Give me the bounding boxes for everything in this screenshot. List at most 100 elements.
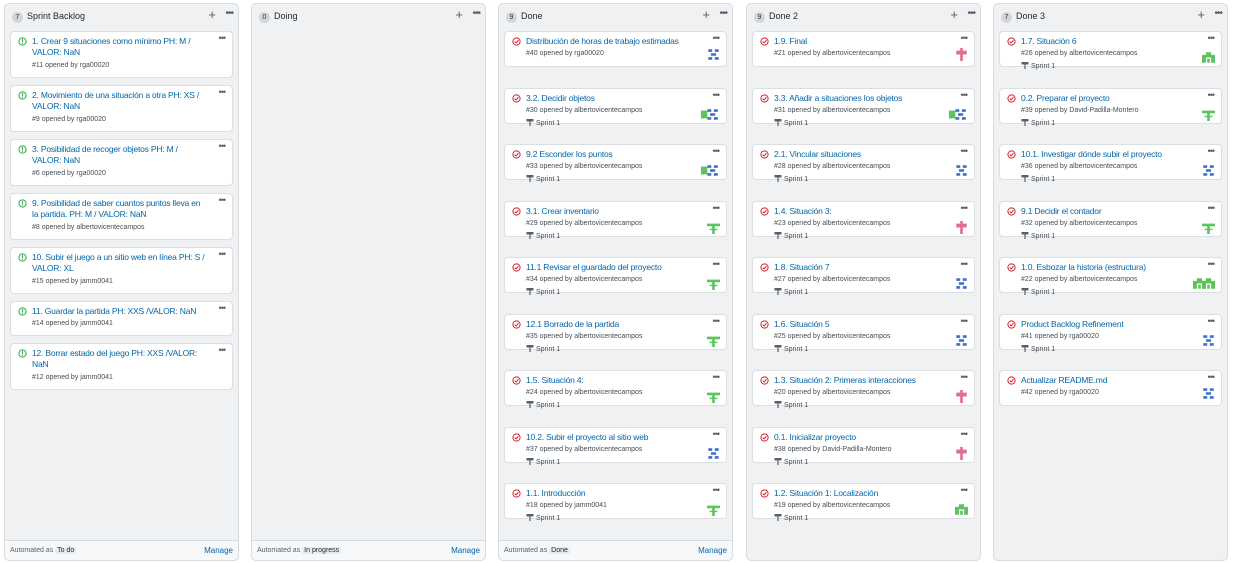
avatar-icon[interactable] bbox=[1202, 164, 1215, 177]
avatar-icon[interactable] bbox=[955, 164, 968, 177]
card-menu-icon[interactable]: ••• bbox=[961, 429, 969, 439]
issue-title-link[interactable]: 1.8. Situación 7 bbox=[774, 262, 949, 273]
card-menu-icon[interactable]: ••• bbox=[713, 316, 721, 326]
card-menu-icon[interactable]: ••• bbox=[961, 372, 969, 382]
milestone-label[interactable]: Sprint 1 bbox=[774, 118, 808, 127]
milestone-label[interactable]: Sprint 1 bbox=[526, 400, 560, 409]
card-menu-icon[interactable]: ••• bbox=[961, 146, 969, 156]
issue-card[interactable]: 3.3. Añadir a situaciones los objetos •••… bbox=[752, 87, 975, 127]
issue-card[interactable]: 1.1. Introducción ••• #18 opened by jamm00… bbox=[504, 483, 727, 522]
issue-card[interactable]: 9.1 Decidir el contador ••• #32 opened by … bbox=[999, 200, 1222, 240]
issue-card[interactable]: 1.5. Situación 4: ••• #24 opened by albert… bbox=[504, 370, 727, 409]
card-menu-icon[interactable]: ••• bbox=[961, 203, 969, 213]
card-menu-icon[interactable]: ••• bbox=[1208, 146, 1216, 156]
card-menu-icon[interactable]: ••• bbox=[1208, 372, 1216, 382]
avatar-icon[interactable] bbox=[955, 334, 968, 347]
issue-card[interactable]: 11. Guardar la partida PH: XXS /VALOR: N… bbox=[10, 301, 233, 336]
issue-title-link[interactable]: Distribución de horas de trabajo estimad… bbox=[526, 36, 701, 47]
card-menu-icon[interactable]: ••• bbox=[219, 141, 227, 151]
milestone-label[interactable]: Sprint 1 bbox=[774, 457, 808, 466]
milestone-label[interactable]: Sprint 1 bbox=[1021, 231, 1055, 240]
card-menu-icon[interactable]: ••• bbox=[219, 33, 227, 43]
card-menu-icon[interactable]: ••• bbox=[219, 303, 227, 313]
avatar-icon[interactable] bbox=[700, 108, 720, 121]
avatar-icon[interactable] bbox=[955, 277, 968, 290]
issue-title-link[interactable]: 9. Posibilidad de saber cuantos puntos l… bbox=[32, 198, 207, 220]
card-menu-icon[interactable]: ••• bbox=[219, 249, 227, 259]
issue-title-link[interactable]: 11.1 Revisar el guardado del proyecto bbox=[526, 262, 701, 273]
issue-title-link[interactable]: 12. Borrar estado del juego PH: XXS /VAL… bbox=[32, 348, 207, 370]
issue-card[interactable]: 10. Subir el juego a un sitio web en lín… bbox=[10, 247, 233, 294]
issue-card[interactable]: 2.1. Vincular situaciones ••• #28 opened b… bbox=[752, 144, 975, 183]
issue-title-link[interactable]: Actualizar README.md bbox=[1021, 375, 1196, 386]
manage-automation-link[interactable]: Manage bbox=[698, 546, 727, 555]
issue-title-link[interactable]: 3.1. Crear inventario bbox=[526, 206, 701, 217]
issue-title-link[interactable]: 1.7. Situación 6 bbox=[1021, 36, 1196, 47]
issue-card[interactable]: 1.4. Situación 3: ••• #23 opened by albert… bbox=[752, 200, 975, 240]
issue-title-link[interactable]: 10. Subir el juego a un sitio web en lín… bbox=[32, 252, 207, 274]
avatar-icon[interactable] bbox=[1202, 387, 1215, 400]
issue-card[interactable]: 11.1 Revisar el guardado del proyecto •••… bbox=[504, 257, 727, 296]
issue-card[interactable]: Distribución de horas de trabajo estimad… bbox=[504, 31, 727, 67]
avatar-icon[interactable] bbox=[1202, 221, 1215, 234]
issue-card[interactable]: 1.9. Final ••• #21 opened by albertovicent… bbox=[752, 31, 975, 67]
avatar-icon[interactable] bbox=[700, 164, 720, 177]
avatar-icon[interactable] bbox=[707, 447, 720, 460]
issue-title-link[interactable]: 9.2 Esconder los puntos bbox=[526, 149, 701, 160]
issue-card[interactable]: 1.7. Situación 6 ••• #26 opened by alberto… bbox=[999, 31, 1222, 70]
issue-card[interactable]: 3.2. Decidir objetos ••• #30 opened by alb… bbox=[504, 87, 727, 127]
issue-title-link[interactable]: 1.9. Final bbox=[774, 36, 949, 47]
card-menu-icon[interactable]: ••• bbox=[713, 372, 721, 382]
add-card-icon[interactable]: + bbox=[208, 7, 216, 22]
avatar-icon[interactable] bbox=[707, 221, 720, 234]
milestone-label[interactable]: Sprint 1 bbox=[1021, 61, 1055, 70]
milestone-label[interactable]: Sprint 1 bbox=[526, 513, 560, 522]
issue-card[interactable]: 9. Posibilidad de saber cuantos puntos l… bbox=[10, 193, 233, 240]
issue-title-link[interactable]: 1.5. Situación 4: bbox=[526, 375, 701, 386]
add-card-icon[interactable]: + bbox=[950, 7, 958, 22]
issue-title-link[interactable]: 12.1 Borrado de la partida bbox=[526, 319, 701, 330]
card-menu-icon[interactable]: ••• bbox=[713, 485, 721, 495]
card-menu-icon[interactable]: ••• bbox=[713, 429, 721, 439]
card-menu-icon[interactable]: ••• bbox=[961, 316, 969, 326]
issue-card[interactable]: Actualizar README.md ••• #42 opened by rga… bbox=[999, 370, 1222, 406]
milestone-label[interactable]: Sprint 1 bbox=[774, 174, 808, 183]
issue-title-link[interactable]: 3.2. Decidir objetos bbox=[526, 93, 701, 104]
issue-title-link[interactable]: 1.6. Situación 5 bbox=[774, 319, 949, 330]
issue-title-link[interactable]: 2. Movimiento de una situación a otra PH… bbox=[32, 90, 207, 112]
issue-card[interactable]: 12. Borrar estado del juego PH: XXS /VAL… bbox=[10, 343, 233, 390]
avatar-icon[interactable] bbox=[1193, 277, 1206, 290]
issue-card[interactable]: 0.2. Preparar el proyecto ••• #39 opened b… bbox=[999, 87, 1222, 127]
issue-card[interactable]: 1.2. Situación 1: Localización ••• #19 ope… bbox=[752, 483, 975, 522]
issue-title-link[interactable]: 0.1. Inicializar proyecto bbox=[774, 432, 949, 443]
card-menu-icon[interactable]: ••• bbox=[1208, 33, 1216, 43]
card-menu-icon[interactable]: ••• bbox=[961, 90, 969, 100]
issue-card[interactable]: 3. Posibilidad de recoger objetos PH: M … bbox=[10, 139, 233, 186]
issue-card[interactable]: 9.2 Esconder los puntos ••• #33 opened by … bbox=[504, 144, 727, 183]
issue-title-link[interactable]: 1. Crear 9 situaciones como mínimo PH: M… bbox=[32, 36, 207, 58]
card-menu-icon[interactable]: ••• bbox=[1208, 316, 1216, 326]
issue-title-link[interactable]: 10.1. Investigar dónde subir el proyecto bbox=[1021, 149, 1196, 160]
issue-title-link[interactable]: 2.1. Vincular situaciones bbox=[774, 149, 949, 160]
milestone-label[interactable]: Sprint 1 bbox=[774, 513, 808, 522]
card-menu-icon[interactable]: ••• bbox=[713, 203, 721, 213]
manage-automation-link[interactable]: Manage bbox=[204, 546, 233, 555]
avatar-icon[interactable] bbox=[1202, 51, 1215, 64]
column-menu-icon[interactable]: ••• bbox=[225, 8, 233, 19]
milestone-label[interactable]: Sprint 1 bbox=[774, 344, 808, 353]
issue-card[interactable]: Product Backlog Refinement ••• #41 opened … bbox=[999, 313, 1222, 353]
avatar-icon[interactable] bbox=[707, 503, 720, 516]
milestone-label[interactable]: Sprint 1 bbox=[526, 457, 560, 466]
milestone-label[interactable]: Sprint 1 bbox=[526, 174, 560, 183]
card-menu-icon[interactable]: ••• bbox=[219, 87, 227, 97]
card-menu-icon[interactable]: ••• bbox=[713, 90, 721, 100]
issue-card[interactable]: 1. Crear 9 situaciones como mínimo PH: M… bbox=[10, 31, 233, 78]
milestone-label[interactable]: Sprint 1 bbox=[1021, 174, 1055, 183]
issue-card[interactable]: 10.1. Investigar dónde subir el proyecto… bbox=[999, 144, 1222, 183]
milestone-label[interactable]: Sprint 1 bbox=[774, 400, 808, 409]
milestone-label[interactable]: Sprint 1 bbox=[774, 287, 808, 296]
avatar-icon[interactable] bbox=[1202, 334, 1215, 347]
add-card-icon[interactable]: + bbox=[1197, 7, 1205, 22]
milestone-label[interactable]: Sprint 1 bbox=[526, 231, 560, 240]
avatar-icon[interactable] bbox=[955, 446, 968, 460]
